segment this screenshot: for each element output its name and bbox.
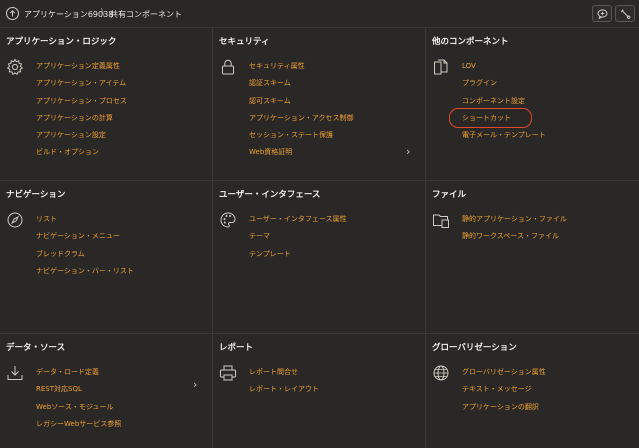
link-app-items[interactable]: アプリケーション・アイテム: [36, 78, 127, 95]
link-legacy-web-service-refs[interactable]: レガシーWebサービス参照: [36, 419, 121, 436]
section-title: アプリケーション・ロジック: [6, 37, 117, 47]
link-plugins[interactable]: プラグイン: [462, 78, 546, 95]
section-security: セキュリティ セキュリティ属性 認証スキーム 認可スキーム アプリケーション・ア…: [213, 28, 426, 181]
section-title: ユーザー・インタフェース: [219, 190, 321, 200]
top-bar: アプリケーション69038 \ 共有コンポーネント: [0, 0, 639, 28]
link-web-credentials[interactable]: Web資格証明: [249, 147, 354, 164]
section-title: セキュリティ: [219, 37, 270, 47]
link-report-layouts[interactable]: レポート・レイアウト: [249, 384, 319, 401]
link-web-source-modules[interactable]: Webソース・モジュール: [36, 402, 121, 419]
link-static-app-files[interactable]: 静的アプリケーション・ファイル: [462, 214, 567, 231]
link-ui-attributes[interactable]: ユーザー・インタフェース属性: [249, 214, 347, 231]
component-grid: アプリケーション・ロジック アプリケーション定義属性 アプリケーション・アイテム…: [0, 28, 639, 448]
section-user-interface: ユーザー・インタフェース ユーザー・インタフェース属性 テーマ テンプレート: [213, 181, 426, 334]
link-security-attributes[interactable]: セキュリティ属性: [249, 61, 354, 78]
section-reports: レポート レポート問合せ レポート・レイアウト: [213, 334, 426, 448]
section-navigation: ナビゲーション リスト ナビゲーション・メニュー ブレッドクラム ナビゲーション…: [0, 181, 213, 334]
link-globalization-attributes[interactable]: グローバリゼーション属性: [462, 367, 546, 384]
developer-tools-button[interactable]: [615, 5, 635, 22]
section-title: レポート: [219, 343, 254, 353]
section-other-components: 他のコンポーネント LOV プラグイン コンポーネント設定 ショートカット 電子…: [426, 28, 639, 181]
compass-icon: [7, 212, 23, 228]
chevron-right-icon[interactable]: ›: [193, 378, 197, 391]
link-static-workspace-files[interactable]: 静的ワークスペース・ファイル: [462, 231, 567, 248]
section-application-logic: アプリケーション・ロジック アプリケーション定義属性 アプリケーション・アイテム…: [0, 28, 213, 181]
link-app-settings[interactable]: アプリケーション設定: [36, 130, 127, 147]
breadcrumb-app[interactable]: アプリケーション69038: [24, 9, 113, 20]
link-session-state-protection[interactable]: セッション・ステート保護: [249, 130, 354, 147]
wrench-icon: [621, 9, 631, 19]
link-lov[interactable]: LOV: [462, 61, 546, 78]
chat-bubble-icon: [597, 9, 608, 19]
link-email-templates[interactable]: 電子メール・テンプレート: [462, 130, 546, 147]
link-lists[interactable]: リスト: [36, 214, 134, 231]
breadcrumb-current: 共有コンポーネント: [110, 10, 182, 19]
link-report-queries[interactable]: レポート問合せ: [249, 367, 319, 384]
gear-icon: [6, 58, 24, 76]
link-app-computations[interactable]: アプリケーションの計算: [36, 113, 127, 130]
section-title: 他のコンポーネント: [432, 37, 509, 47]
shortcut-highlight-annotation: [449, 108, 532, 128]
breadcrumb-separator: \: [101, 7, 105, 18]
lock-icon: [222, 59, 234, 75]
section-title: グローバリゼーション: [432, 343, 517, 353]
feedback-button[interactable]: [592, 5, 612, 22]
section-title: ナビゲーション: [6, 190, 66, 200]
navigate-up-icon[interactable]: [6, 7, 19, 20]
link-build-options[interactable]: ビルド・オプション: [36, 147, 127, 164]
link-templates[interactable]: テンプレート: [249, 249, 347, 266]
link-access-control[interactable]: アプリケーション・アクセス制御: [249, 113, 354, 130]
link-themes[interactable]: テーマ: [249, 231, 347, 248]
link-app-definition[interactable]: アプリケーション定義属性: [36, 61, 127, 78]
link-text-messages[interactable]: テキスト・メッセージ: [462, 384, 546, 401]
link-authorization-schemes[interactable]: 認可スキーム: [249, 96, 354, 113]
link-breadcrumbs[interactable]: ブレッドクラム: [36, 249, 134, 266]
section-title: ファイル: [432, 190, 467, 200]
documents-icon: [434, 59, 448, 75]
download-icon: [7, 366, 23, 380]
link-app-processes[interactable]: アプリケーション・プロセス: [36, 96, 127, 113]
section-data-sources: データ・ソース データ・ロード定義 REST対応SQL Webソース・モジュール…: [0, 334, 213, 448]
folder-icon: [433, 214, 449, 228]
section-globalization: グローバリゼーション グローバリゼーション属性 テキスト・メッセージ アプリケー…: [426, 334, 639, 448]
chevron-right-icon[interactable]: ›: [406, 145, 410, 158]
link-authentication-schemes[interactable]: 認証スキーム: [249, 78, 354, 95]
link-translate-application[interactable]: アプリケーションの翻訳: [462, 402, 546, 419]
globe-icon: [433, 365, 449, 381]
link-data-load-definitions[interactable]: データ・ロード定義: [36, 367, 121, 384]
link-navigation-menu[interactable]: ナビゲーション・メニュー: [36, 231, 134, 248]
section-files: ファイル 静的アプリケーション・ファイル 静的ワークスペース・ファイル: [426, 181, 639, 334]
printer-icon: [220, 365, 236, 381]
link-navigation-bar-list[interactable]: ナビゲーション・バー・リスト: [36, 266, 134, 283]
section-title: データ・ソース: [6, 343, 66, 353]
link-rest-enabled-sql[interactable]: REST対応SQL: [36, 384, 121, 401]
palette-icon: [220, 212, 236, 228]
